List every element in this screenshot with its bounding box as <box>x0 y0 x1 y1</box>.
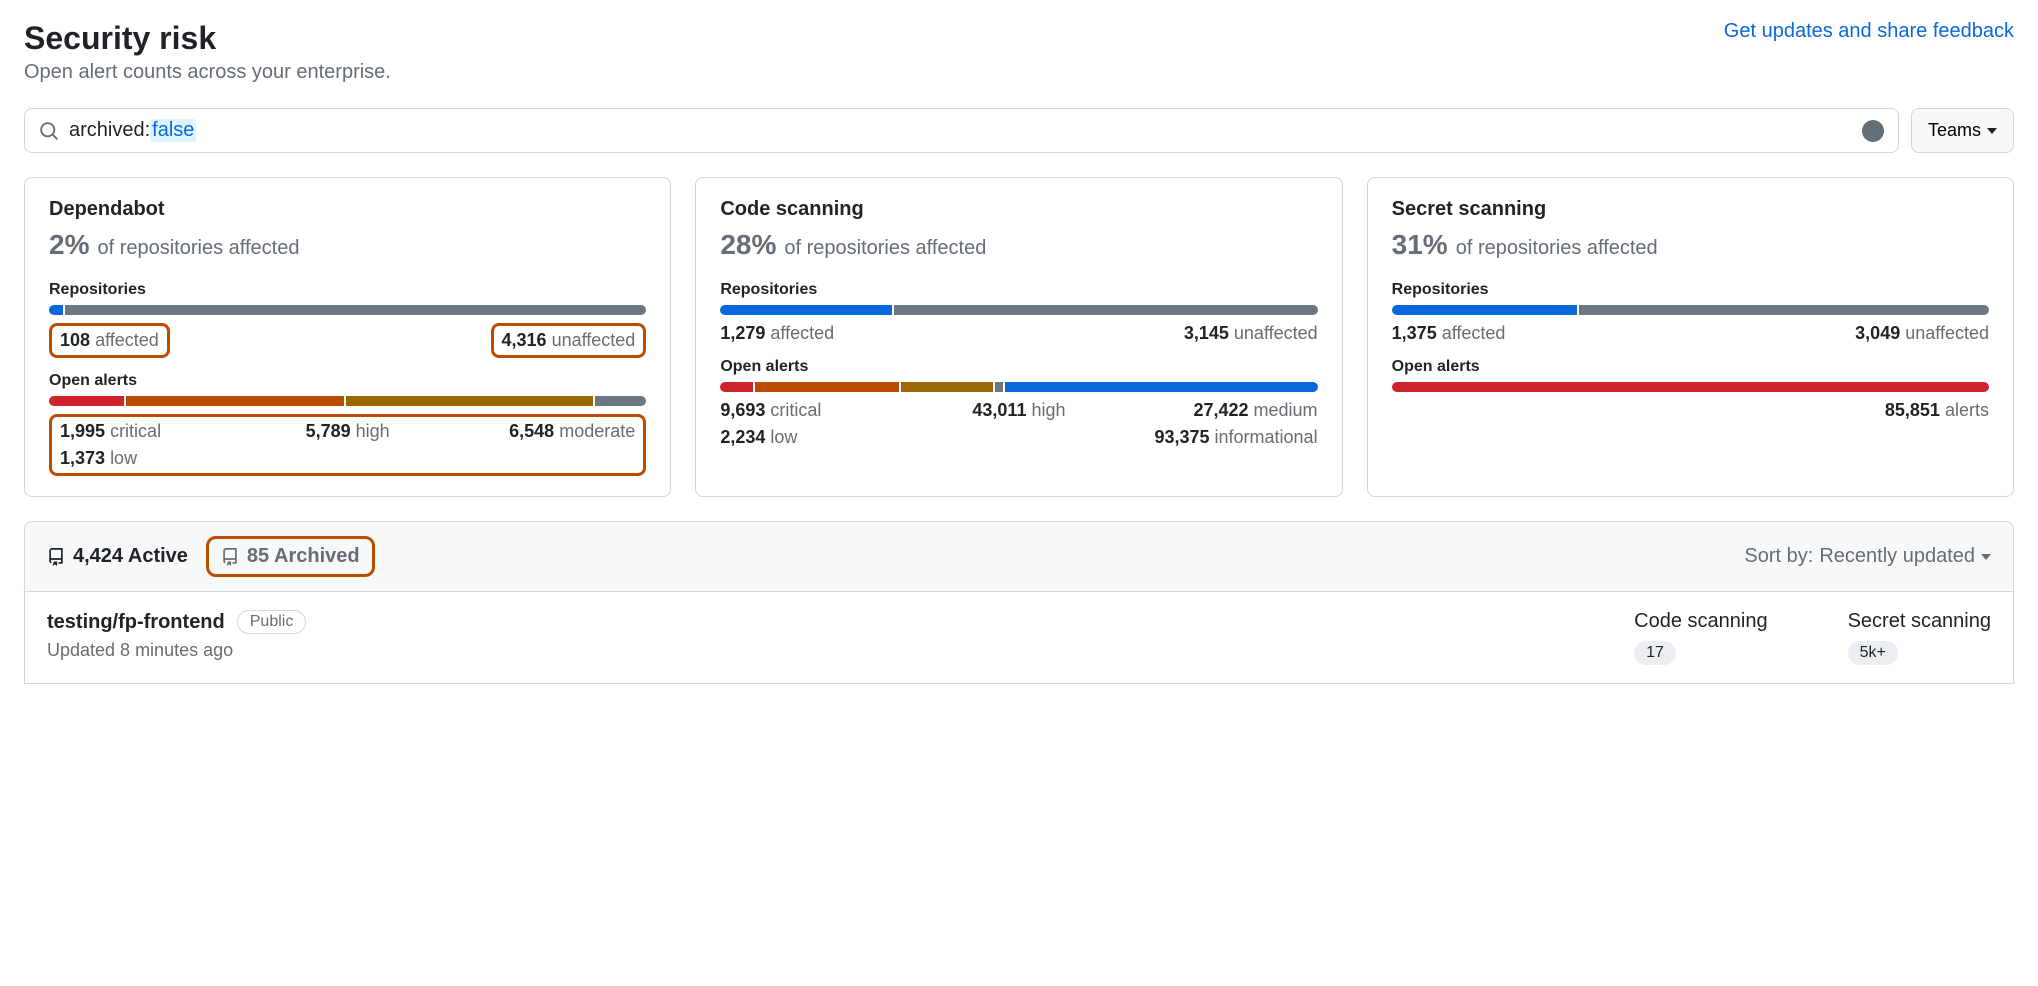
secret-scanning-percent: 31% <box>1392 229 1448 261</box>
code-scanning-critical-lbl: critical <box>770 400 821 420</box>
page-subtitle: Open alert counts across your enterprise… <box>24 61 391 84</box>
clear-search-button[interactable] <box>1862 120 1884 142</box>
repo-secret-scanning-label: Secret scanning <box>1848 610 1991 633</box>
repo-row[interactable]: testing/fp-frontend Public Updated 8 min… <box>24 592 2014 684</box>
archived-count: 85 <box>247 545 269 567</box>
dependabot-low-num: 1,373 <box>60 448 105 468</box>
secret-scanning-repos-bar <box>1392 305 1989 315</box>
dependabot-affected-highlight[interactable]: 108 affected <box>49 323 170 358</box>
dependabot-alerts-highlight[interactable]: 1,995 critical 5,789 high 6,548 moderate… <box>49 414 646 476</box>
dependabot-unaffected-num: 4,316 <box>502 330 547 350</box>
code-scanning-medium-lbl: medium <box>1254 400 1318 420</box>
secret-scanning-total-num: 85,851 <box>1885 400 1940 420</box>
secret-scanning-affected-num: 1,375 <box>1392 323 1437 343</box>
dependabot-affected-num: 108 <box>60 330 90 350</box>
repo-secret-scanning-stat: Secret scanning 5k+ <box>1848 610 1991 665</box>
repo-secret-scanning-count: 5k+ <box>1848 641 1898 665</box>
search-input[interactable]: archived:false <box>24 108 1899 153</box>
repo-icon <box>47 547 65 567</box>
secret-scanning-affected-lbl: affected <box>1442 323 1506 343</box>
code-scanning-percent-suffix: of repositories affected <box>784 237 986 260</box>
dependabot-moderate-num: 6,548 <box>509 421 554 441</box>
dependabot-title: Dependabot <box>49 198 646 221</box>
secret-scanning-alerts-bar <box>1392 382 1989 392</box>
tab-active[interactable]: 4,424 Active <box>47 545 188 568</box>
active-label: Active <box>128 545 188 567</box>
secret-scanning-title: Secret scanning <box>1392 198 1989 221</box>
secret-scanning-total-lbl: alerts <box>1945 400 1989 420</box>
search-query-value: false <box>150 119 196 142</box>
secret-scanning-unaffected-num: 3,049 <box>1855 323 1900 343</box>
x-icon <box>1867 125 1879 137</box>
code-scanning-unaffected-lbl: unaffected <box>1234 323 1318 343</box>
dependabot-unaffected-highlight[interactable]: 4,316 unaffected <box>491 323 647 358</box>
dependabot-moderate-lbl: moderate <box>559 421 635 441</box>
dependabot-percent-suffix: of repositories affected <box>97 237 299 260</box>
secret-scanning-card: Secret scanning 31% of repositories affe… <box>1367 177 2014 497</box>
feedback-link[interactable]: Get updates and share feedback <box>1724 20 2014 43</box>
repo-updated: Updated 8 minutes ago <box>47 640 306 661</box>
secret-scanning-unaffected-lbl: unaffected <box>1905 323 1989 343</box>
dependabot-alerts-label: Open alerts <box>49 372 646 390</box>
tab-archived-highlight[interactable]: 85 Archived <box>206 536 375 577</box>
archive-icon <box>221 547 239 567</box>
page-title: Security risk <box>24 20 391 57</box>
repo-code-scanning-stat: Code scanning 17 <box>1634 610 1767 665</box>
sort-prefix: Sort by: <box>1744 545 1813 568</box>
secret-scanning-repos-label: Repositories <box>1392 281 1989 299</box>
caret-down-icon <box>1987 128 1997 134</box>
active-count: 4,424 <box>73 545 123 567</box>
repo-code-scanning-count: 17 <box>1634 641 1676 665</box>
code-scanning-high-lbl: high <box>1031 400 1065 420</box>
code-scanning-card: Code scanning 28% of repositories affect… <box>695 177 1342 497</box>
code-scanning-high-num: 43,011 <box>972 400 1026 420</box>
code-scanning-percent: 28% <box>720 229 776 261</box>
code-scanning-critical-num: 9,693 <box>720 400 765 420</box>
teams-button-label: Teams <box>1928 120 1981 141</box>
code-scanning-info-lbl: informational <box>1215 427 1318 447</box>
dependabot-low-lbl: low <box>110 448 137 468</box>
code-scanning-repos-bar <box>720 305 1317 315</box>
secret-scanning-alerts-label: Open alerts <box>1392 358 1989 376</box>
code-scanning-title: Code scanning <box>720 198 1317 221</box>
caret-down-icon <box>1981 554 1991 560</box>
repo-list-header: 4,424 Active 85 Archived Sort by: Recent… <box>24 521 2014 592</box>
code-scanning-info-num: 93,375 <box>1154 427 1209 447</box>
dependabot-alerts-bar <box>49 396 646 406</box>
repo-name[interactable]: testing/fp-frontend <box>47 611 225 634</box>
dependabot-critical-lbl: critical <box>110 421 161 441</box>
teams-dropdown-button[interactable]: Teams <box>1911 108 2014 153</box>
sort-value: Recently updated <box>1819 545 1975 568</box>
dependabot-unaffected-lbl: unaffected <box>552 330 636 350</box>
code-scanning-low-lbl: low <box>770 427 797 447</box>
code-scanning-alerts-bar <box>720 382 1317 392</box>
secret-scanning-percent-suffix: of repositories affected <box>1456 237 1658 260</box>
code-scanning-affected-num: 1,279 <box>720 323 765 343</box>
search-icon <box>39 121 59 141</box>
code-scanning-affected-lbl: affected <box>770 323 834 343</box>
search-query-key: archived: <box>69 119 150 142</box>
dependabot-percent: 2% <box>49 229 89 261</box>
dependabot-high-num: 5,789 <box>306 421 351 441</box>
sort-dropdown[interactable]: Sort by: Recently updated <box>1744 545 1991 568</box>
code-scanning-medium-num: 27,422 <box>1193 400 1248 420</box>
dependabot-card: Dependabot 2% of repositories affected R… <box>24 177 671 497</box>
code-scanning-unaffected-num: 3,145 <box>1184 323 1229 343</box>
dependabot-critical-num: 1,995 <box>60 421 105 441</box>
code-scanning-repos-label: Repositories <box>720 281 1317 299</box>
code-scanning-low-num: 2,234 <box>720 427 765 447</box>
repo-code-scanning-label: Code scanning <box>1634 610 1767 633</box>
dependabot-repos-label: Repositories <box>49 281 646 299</box>
visibility-badge: Public <box>237 610 307 634</box>
dependabot-affected-lbl: affected <box>95 330 159 350</box>
archived-label: Archived <box>274 545 360 567</box>
code-scanning-alerts-label: Open alerts <box>720 358 1317 376</box>
dependabot-high-lbl: high <box>356 421 390 441</box>
dependabot-repos-bar <box>49 305 646 315</box>
tab-archived[interactable]: 85 Archived <box>221 545 360 568</box>
